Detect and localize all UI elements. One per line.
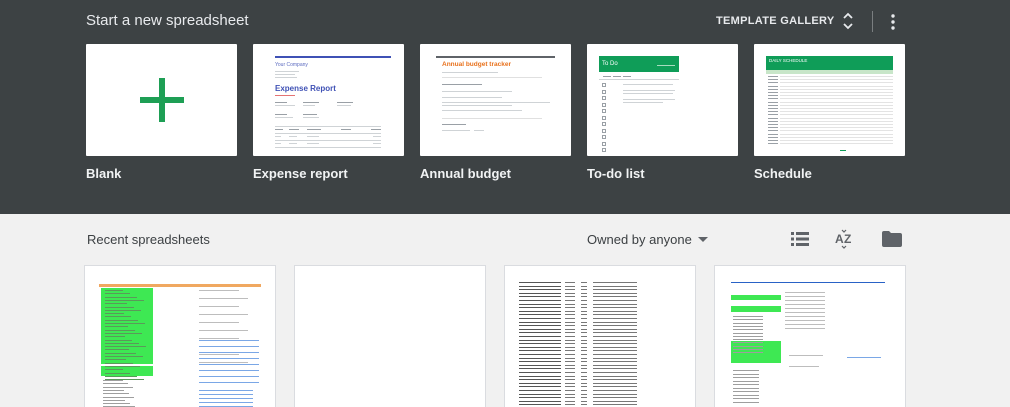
template-thumbnail[interactable]: Annual budget tracker bbox=[420, 44, 571, 156]
file-preview bbox=[99, 280, 261, 407]
unfold-more-icon bbox=[843, 12, 854, 30]
sort-az-icon: A Z bbox=[835, 229, 851, 249]
accent-bar bbox=[275, 56, 391, 58]
recent-spreadsheets-title: Recent spreadsheets bbox=[87, 232, 210, 247]
template-thumbnail[interactable]: Your Company Expense Report bbox=[253, 44, 404, 156]
template-gallery-button[interactable]: TEMPLATE GALLERY bbox=[716, 8, 854, 34]
start-new-title: Start a new spreadsheet bbox=[86, 12, 249, 29]
company-name: Your Company bbox=[275, 62, 308, 68]
svg-text:A: A bbox=[835, 232, 844, 246]
sort-button[interactable]: A Z bbox=[833, 228, 855, 250]
expense-doc-title: Expense Report bbox=[275, 84, 336, 93]
template-label: Annual budget bbox=[420, 166, 511, 181]
more-vert-icon bbox=[891, 14, 895, 30]
recent-file-card[interactable] bbox=[84, 265, 276, 407]
file-preview bbox=[309, 280, 471, 407]
list-view-button[interactable] bbox=[789, 228, 811, 250]
accent-bar bbox=[436, 56, 555, 58]
template-expense-report[interactable]: Your Company Expense Report Expense repo… bbox=[253, 44, 404, 181]
template-label: To-do list bbox=[587, 166, 645, 181]
template-schedule[interactable]: DAILY SCHEDULE Schedule bbox=[754, 44, 905, 181]
template-thumbnail[interactable] bbox=[86, 44, 237, 156]
template-label: Blank bbox=[86, 166, 122, 181]
template-gallery-label: TEMPLATE GALLERY bbox=[716, 15, 835, 27]
list-view-icon bbox=[791, 232, 809, 246]
svg-text:Z: Z bbox=[844, 232, 851, 246]
folder-icon bbox=[882, 231, 902, 247]
toolbar-divider bbox=[872, 11, 873, 32]
template-gallery-panel: Start a new spreadsheet TEMPLATE GALLERY… bbox=[0, 0, 1010, 214]
budget-doc-title: Annual budget tracker bbox=[442, 61, 511, 68]
plus-icon bbox=[139, 78, 184, 122]
template-todo-list[interactable]: To Do To-do list bbox=[587, 44, 738, 181]
schedule-doc-title: DAILY SCHEDULE bbox=[769, 58, 808, 63]
open-file-picker-button[interactable] bbox=[881, 228, 903, 250]
file-preview bbox=[519, 280, 681, 407]
file-preview bbox=[729, 280, 891, 407]
todo-doc-title: To Do bbox=[602, 61, 618, 67]
recent-file-card[interactable] bbox=[504, 265, 696, 407]
template-thumbnail[interactable]: To Do bbox=[587, 44, 738, 156]
template-label: Expense report bbox=[253, 166, 348, 181]
recent-file-card[interactable] bbox=[714, 265, 906, 407]
owner-filter-dropdown[interactable]: Owned by anyone bbox=[587, 232, 708, 247]
template-blank[interactable]: Blank bbox=[86, 44, 237, 181]
recent-file-card[interactable] bbox=[294, 265, 486, 407]
chevron-down-icon bbox=[697, 237, 708, 242]
template-label: Schedule bbox=[754, 166, 812, 181]
owner-filter-label: Owned by anyone bbox=[587, 232, 692, 247]
more-options-button[interactable] bbox=[884, 10, 902, 34]
template-annual-budget[interactable]: Annual budget tracker Annual budget bbox=[420, 44, 571, 181]
template-thumbnail[interactable]: DAILY SCHEDULE bbox=[754, 44, 905, 156]
